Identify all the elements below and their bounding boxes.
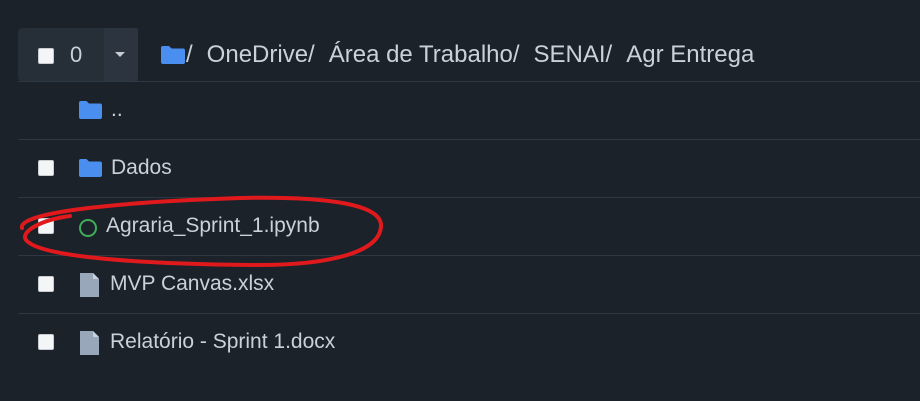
breadcrumb-item[interactable]: OneDrive (207, 41, 308, 69)
select-dropdown-button[interactable] (104, 28, 138, 81)
file-name-link[interactable]: .. (111, 98, 123, 122)
list-item-parent-directory[interactable]: .. (18, 82, 920, 140)
folder-icon (78, 100, 103, 125)
breadcrumb-item[interactable]: SENAI (534, 41, 606, 69)
breadcrumb-separator: / (605, 40, 613, 68)
row-checkbox[interactable] (38, 276, 54, 292)
row-checkbox[interactable] (38, 160, 54, 176)
file-icon (79, 272, 100, 303)
breadcrumb-separator: / (308, 40, 315, 68)
folder-icon (78, 158, 103, 183)
select-all-button[interactable]: 0 (18, 28, 103, 81)
file-name-link[interactable]: Relatório - Sprint 1.docx (110, 330, 335, 354)
file-browser: 0 /OneDrive/Área de Trabalho/SENAI/Agr E… (18, 28, 920, 371)
breadcrumb-separator: / (186, 40, 193, 68)
breadcrumb: / OneDrive/Área de Trabalho/SENAI/Agr Ent… (160, 40, 754, 68)
breadcrumb-item-current[interactable]: Agr Entrega (626, 41, 754, 69)
breadcrumb-root-link[interactable] (160, 41, 186, 69)
notebook-status-icon (78, 218, 98, 243)
list-item-file[interactable]: MVP Canvas.xlsx (18, 256, 920, 314)
breadcrumb-separator: / (512, 40, 520, 68)
file-icon (79, 330, 100, 361)
bulk-select-group: 0 (18, 28, 138, 81)
file-name-link[interactable]: Agraria_Sprint_1.ipynb (106, 214, 320, 238)
selected-count: 0 (70, 42, 83, 67)
caret-down-icon (115, 52, 125, 57)
file-name-link[interactable]: MVP Canvas.xlsx (110, 272, 274, 296)
file-name-link[interactable]: Dados (111, 156, 172, 180)
list-item-folder[interactable]: Dados (18, 140, 920, 198)
folder-icon (161, 46, 185, 65)
breadcrumb-item[interactable]: Área de Trabalho (329, 41, 513, 69)
file-browser-toolbar: 0 /OneDrive/Área de Trabalho/SENAI/Agr E… (18, 28, 920, 82)
list-item-file[interactable]: Relatório - Sprint 1.docx (18, 314, 920, 371)
row-checkbox[interactable] (38, 334, 54, 350)
select-all-checkbox[interactable] (38, 48, 54, 64)
list-item-notebook[interactable]: Agraria_Sprint_1.ipynb (18, 198, 920, 256)
row-checkbox[interactable] (38, 218, 54, 234)
